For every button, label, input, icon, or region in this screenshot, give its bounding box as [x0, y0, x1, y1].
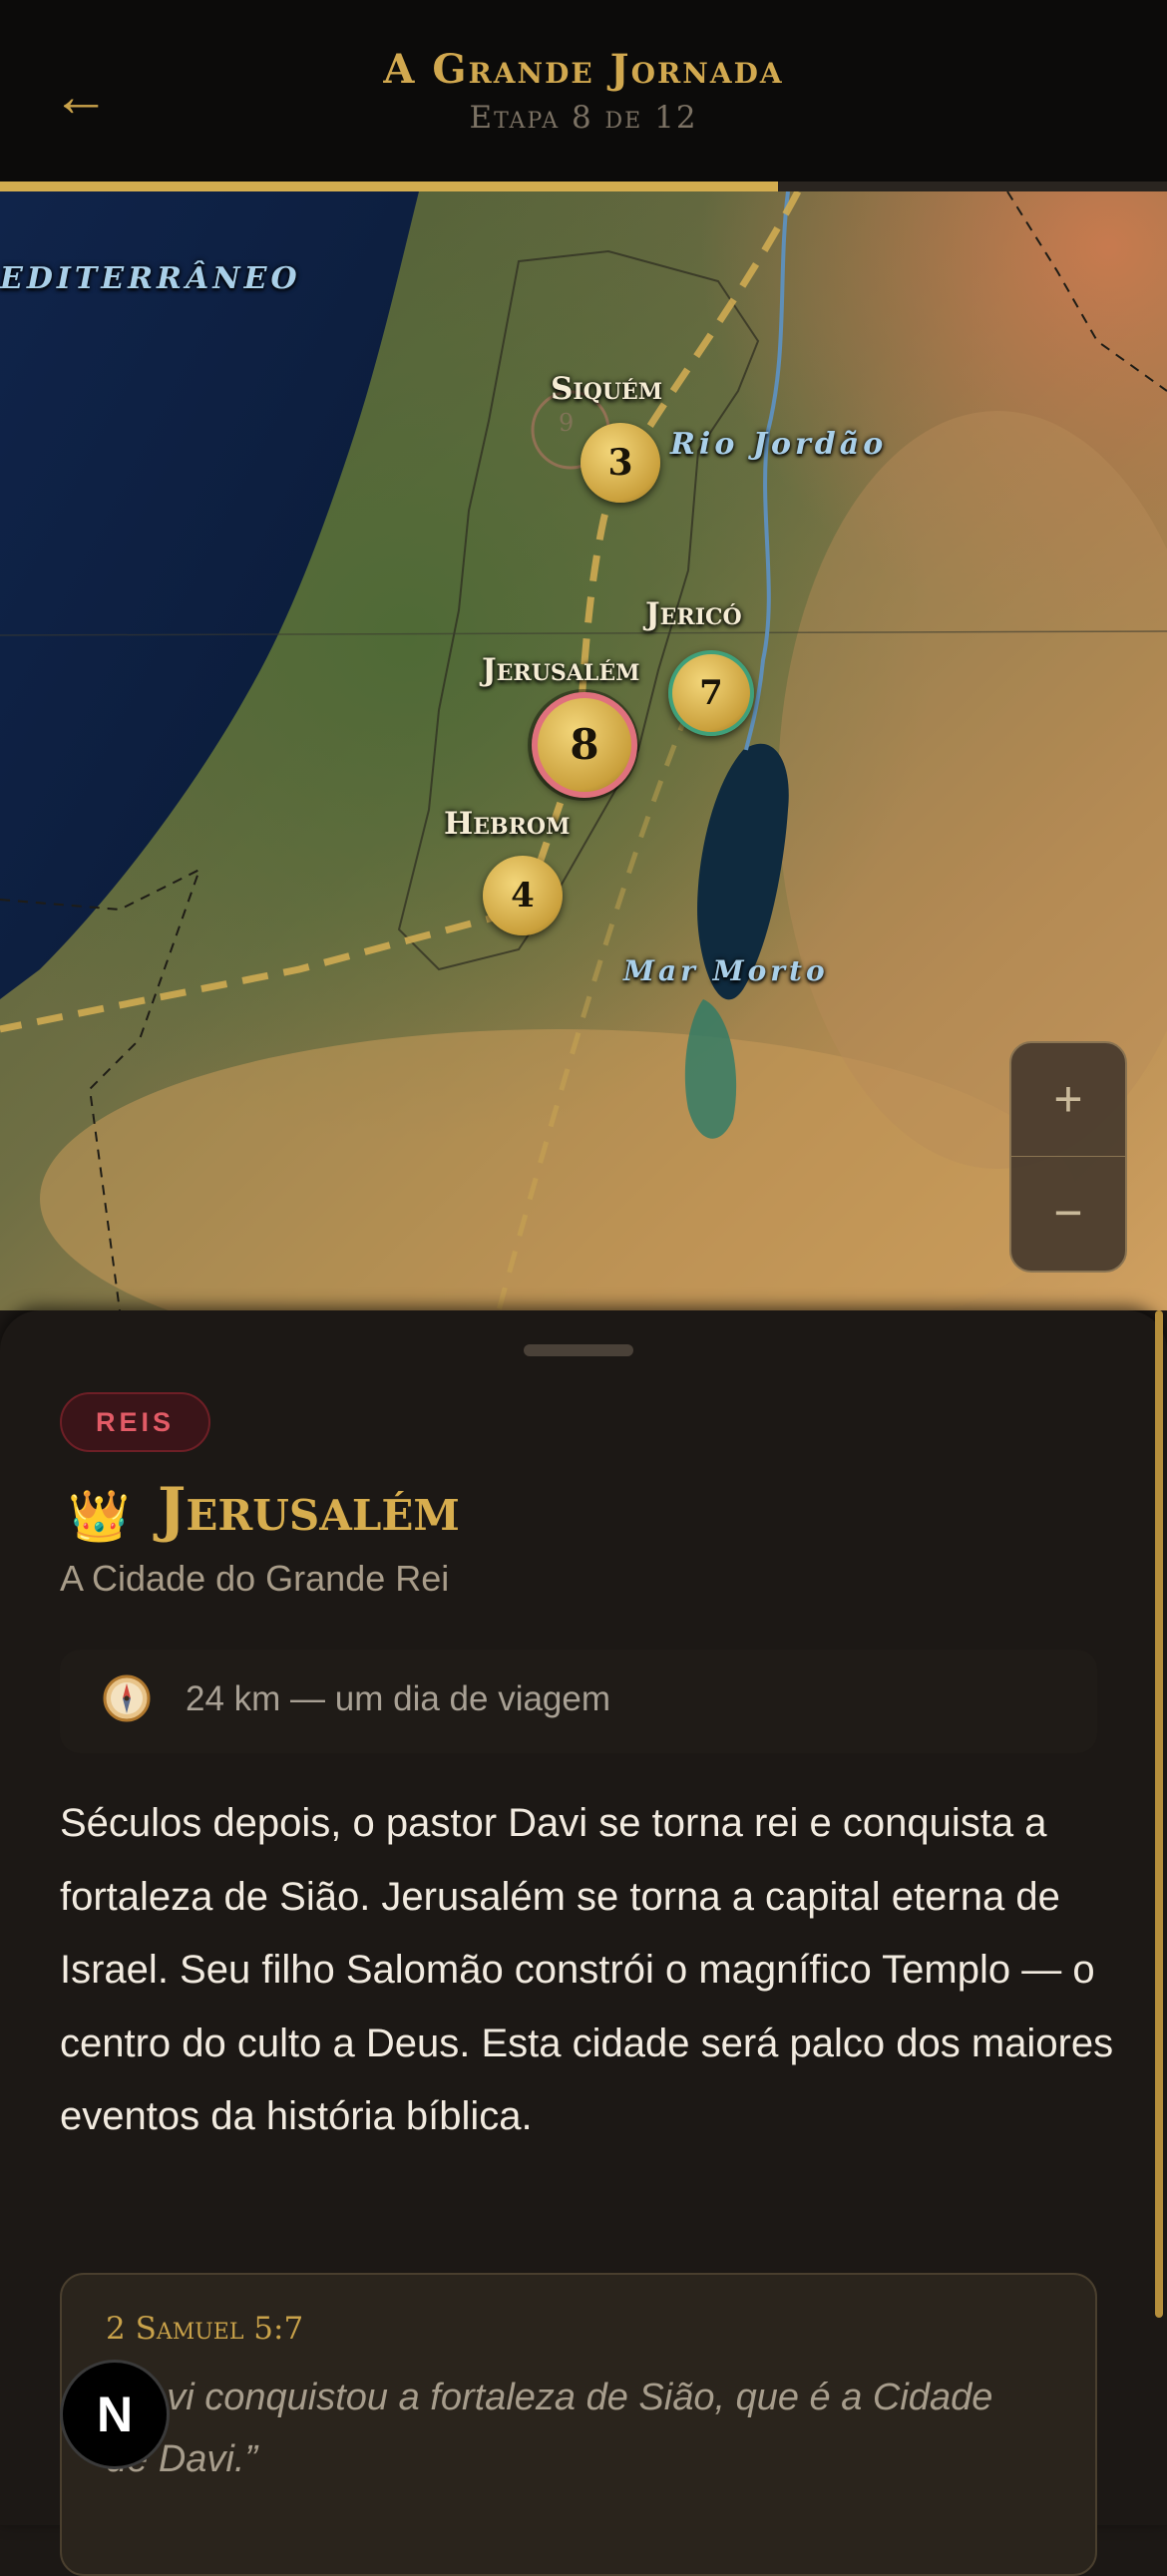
zoom-out-button[interactable]: −: [1011, 1157, 1125, 1270]
jordan-river-label: Rio Jordão: [670, 427, 888, 462]
journey-progress-bar: [0, 182, 1167, 191]
satellite-map[interactable]: EDITERRÂNEO Rio Jordão Mar Morto Siquém …: [0, 191, 1167, 1310]
place-label-hebrom: Hebrom: [444, 806, 571, 842]
stage-counter: Etapa 8 de 12: [469, 100, 698, 136]
top-bar: ← A Grande Jornada Etapa 8 de 12: [0, 0, 1167, 182]
scripture-quote: “Davi conquistou a fortaleza de Sião, qu…: [106, 2377, 993, 2480]
mediterranean-sea-label: EDITERRÂNEO: [0, 261, 301, 296]
crown-icon: 👑: [68, 1488, 131, 1544]
place-label-jerico: Jericó: [645, 596, 742, 632]
map-marker-jerusalem-current[interactable]: 8: [532, 692, 637, 798]
compass-icon: [103, 1674, 151, 1722]
scripture-card: 2 Samuel 5:7 “Davi conquistou a fortalez…: [60, 2273, 1097, 2576]
floating-n-button[interactable]: N: [60, 2360, 170, 2469]
sheet-scrollbar[interactable]: [1155, 1310, 1163, 2318]
place-description: Séculos depois, o pastor Davi se torna r…: [60, 1801, 1114, 2138]
journey-progress-fill: [0, 182, 779, 191]
faded-stop-number: 9: [559, 409, 575, 437]
era-badge: REIS: [60, 1392, 211, 1452]
place-title: Jerusalém: [158, 1475, 460, 1545]
dead-sea-label: Mar Morto: [623, 954, 829, 987]
distance-card: 24 km — um dia de viagem: [60, 1650, 1097, 1753]
place-label-siquem: Siquém: [551, 371, 663, 407]
place-tagline: A Cidade do Grande Rei: [60, 1558, 450, 1599]
map-marker-siquem[interactable]: 3: [581, 423, 660, 503]
sheet-drag-handle[interactable]: [524, 1344, 633, 1356]
map-marker-jerico[interactable]: 7: [668, 650, 754, 736]
zoom-in-button[interactable]: +: [1011, 1043, 1125, 1156]
place-label-jerusalem: Jerusalém: [482, 652, 640, 688]
journey-title: A Grande Jornada: [383, 46, 784, 93]
scripture-reference: 2 Samuel 5:7: [106, 2311, 304, 2347]
map-marker-hebrom[interactable]: 4: [483, 856, 563, 935]
distance-text: 24 km — um dia de viagem: [186, 1679, 611, 1718]
place-detail-sheet[interactable]: REIS 👑 Jerusalém A Cidade do Grande Rei …: [0, 1310, 1167, 2576]
zoom-controls: + −: [1009, 1041, 1127, 1273]
